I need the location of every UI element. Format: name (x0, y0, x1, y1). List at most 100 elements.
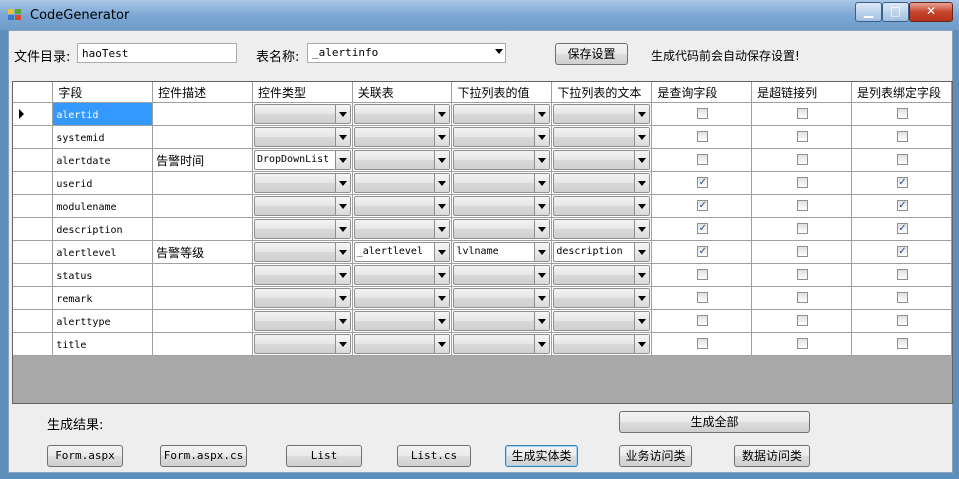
table-row[interactable]: remark (13, 286, 952, 310)
cell-dropdown-val[interactable] (453, 173, 551, 193)
col-header-val[interactable]: 下拉列表的值 (451, 82, 553, 103)
col-header-rel[interactable]: 关联表 (352, 82, 453, 103)
cell-dropdown-rel[interactable] (353, 219, 451, 239)
generate-entity-button[interactable]: 生成实体类 (505, 445, 578, 467)
is-hyperlink-checkbox[interactable] (797, 223, 809, 234)
field-cell[interactable]: status (52, 263, 154, 287)
col-header-txt[interactable]: 下拉列表的文本 (551, 82, 653, 103)
cell-dropdown-rel[interactable] (353, 311, 451, 331)
cell-dropdown-type[interactable] (253, 288, 351, 308)
row-header[interactable] (13, 148, 54, 172)
chevron-down-icon[interactable] (434, 151, 450, 169)
row-header[interactable] (13, 309, 54, 333)
cell-dropdown-val[interactable]: lvlname (453, 242, 551, 262)
is-hyperlink-checkbox[interactable] (797, 269, 809, 280)
row-header[interactable] (13, 217, 54, 241)
is-list-bind-checkbox[interactable] (897, 292, 908, 303)
field-cell[interactable]: alertdate (52, 148, 154, 172)
is-query-checkbox[interactable] (697, 338, 709, 349)
chevron-down-icon[interactable] (334, 197, 350, 215)
chevron-down-icon[interactable] (334, 266, 350, 284)
cell-dropdown-rel[interactable] (353, 150, 451, 170)
is-query-checkbox[interactable] (697, 292, 709, 303)
row-header[interactable] (13, 194, 54, 218)
chevron-down-icon[interactable] (534, 243, 550, 261)
chevron-down-icon[interactable] (534, 197, 550, 215)
maximize-button[interactable]: □ (882, 2, 909, 22)
chevron-down-icon[interactable] (334, 151, 350, 169)
is-hyperlink-checkbox[interactable] (797, 338, 809, 349)
cell-dropdown-val[interactable] (453, 219, 551, 239)
control-desc-cell[interactable] (152, 194, 253, 218)
cell-dropdown-txt[interactable] (553, 288, 651, 308)
row-header[interactable] (13, 286, 54, 310)
chevron-down-icon[interactable] (634, 335, 650, 353)
cell-dropdown-type[interactable] (253, 104, 351, 124)
chevron-down-icon[interactable] (534, 105, 550, 123)
control-desc-cell[interactable] (152, 286, 253, 310)
col-header-field[interactable]: 字段 (52, 82, 154, 103)
is-hyperlink-checkbox[interactable] (797, 177, 809, 188)
chevron-down-icon[interactable] (534, 289, 550, 307)
is-list-bind-checkbox[interactable] (897, 154, 908, 165)
row-header[interactable] (13, 171, 54, 195)
table-row[interactable]: status (13, 263, 952, 287)
is-hyperlink-checkbox[interactable] (797, 292, 809, 303)
cell-dropdown-val[interactable] (453, 104, 551, 124)
is-query-checkbox[interactable] (697, 269, 709, 280)
list-button[interactable]: List (286, 445, 362, 467)
control-desc-cell[interactable] (152, 332, 253, 356)
is-list-bind-checkbox[interactable]: ✓ (897, 200, 908, 211)
table-row[interactable]: alerttype (13, 309, 952, 333)
field-cell[interactable]: alertid (52, 102, 154, 126)
cell-dropdown-txt[interactable] (553, 104, 651, 124)
chevron-down-icon[interactable] (334, 128, 350, 146)
cell-dropdown-txt[interactable] (553, 150, 651, 170)
is-hyperlink-checkbox[interactable] (797, 131, 809, 142)
table-row[interactable]: alertdate 告警时间 DropDownList (13, 148, 952, 172)
is-query-checkbox[interactable]: ✓ (697, 200, 709, 211)
cell-dropdown-txt[interactable] (553, 265, 651, 285)
is-query-checkbox[interactable] (697, 154, 709, 165)
col-header-bind[interactable]: 是列表绑定字段 (851, 82, 952, 103)
table-row[interactable]: alertid (13, 102, 952, 126)
cell-dropdown-type[interactable] (253, 242, 351, 262)
chevron-down-icon[interactable] (634, 312, 650, 330)
chevron-down-icon[interactable] (634, 197, 650, 215)
is-hyperlink-checkbox[interactable] (797, 108, 809, 119)
is-list-bind-checkbox[interactable] (897, 131, 908, 142)
cell-dropdown-rel[interactable]: _alertlevel (353, 242, 451, 262)
cell-dropdown-type[interactable] (253, 265, 351, 285)
chevron-down-icon[interactable] (434, 266, 450, 284)
cell-dropdown-type[interactable] (253, 311, 351, 331)
chevron-down-icon[interactable] (634, 220, 650, 238)
is-list-bind-checkbox[interactable] (897, 338, 908, 349)
cell-dropdown-txt[interactable]: description (553, 242, 651, 262)
cell-dropdown-val[interactable] (453, 127, 551, 147)
control-desc-cell[interactable] (152, 309, 253, 333)
fields-grid[interactable]: 字段 控件描述 控件类型 关联表 下拉列表的值 下拉列表的文本 是查询字段 是超… (12, 81, 953, 404)
cell-dropdown-txt[interactable] (553, 334, 651, 354)
is-list-bind-checkbox[interactable] (897, 108, 908, 119)
chevron-down-icon[interactable] (434, 289, 450, 307)
row-header[interactable] (13, 263, 54, 287)
field-cell[interactable]: remark (52, 286, 154, 310)
title-bar[interactable]: CodeGenerator ▁ □ ✕ (0, 0, 959, 30)
chevron-down-icon[interactable] (534, 128, 550, 146)
is-hyperlink-checkbox[interactable] (797, 200, 809, 211)
col-header-desc[interactable]: 控件描述 (152, 82, 253, 103)
cell-dropdown-type[interactable] (253, 196, 351, 216)
chevron-down-icon[interactable] (334, 243, 350, 261)
field-cell[interactable]: userid (52, 171, 154, 195)
cell-dropdown-rel[interactable] (353, 334, 451, 354)
chevron-down-icon[interactable] (434, 220, 450, 238)
field-cell[interactable]: description (52, 217, 154, 241)
cell-dropdown-rel[interactable] (353, 265, 451, 285)
chevron-down-icon[interactable] (434, 128, 450, 146)
table-row[interactable]: systemid (13, 125, 952, 149)
chevron-down-icon[interactable] (534, 220, 550, 238)
cell-dropdown-type[interactable]: DropDownList (253, 150, 351, 170)
cell-dropdown-txt[interactable] (553, 219, 651, 239)
row-header[interactable] (13, 332, 54, 356)
is-list-bind-checkbox[interactable]: ✓ (897, 246, 908, 257)
